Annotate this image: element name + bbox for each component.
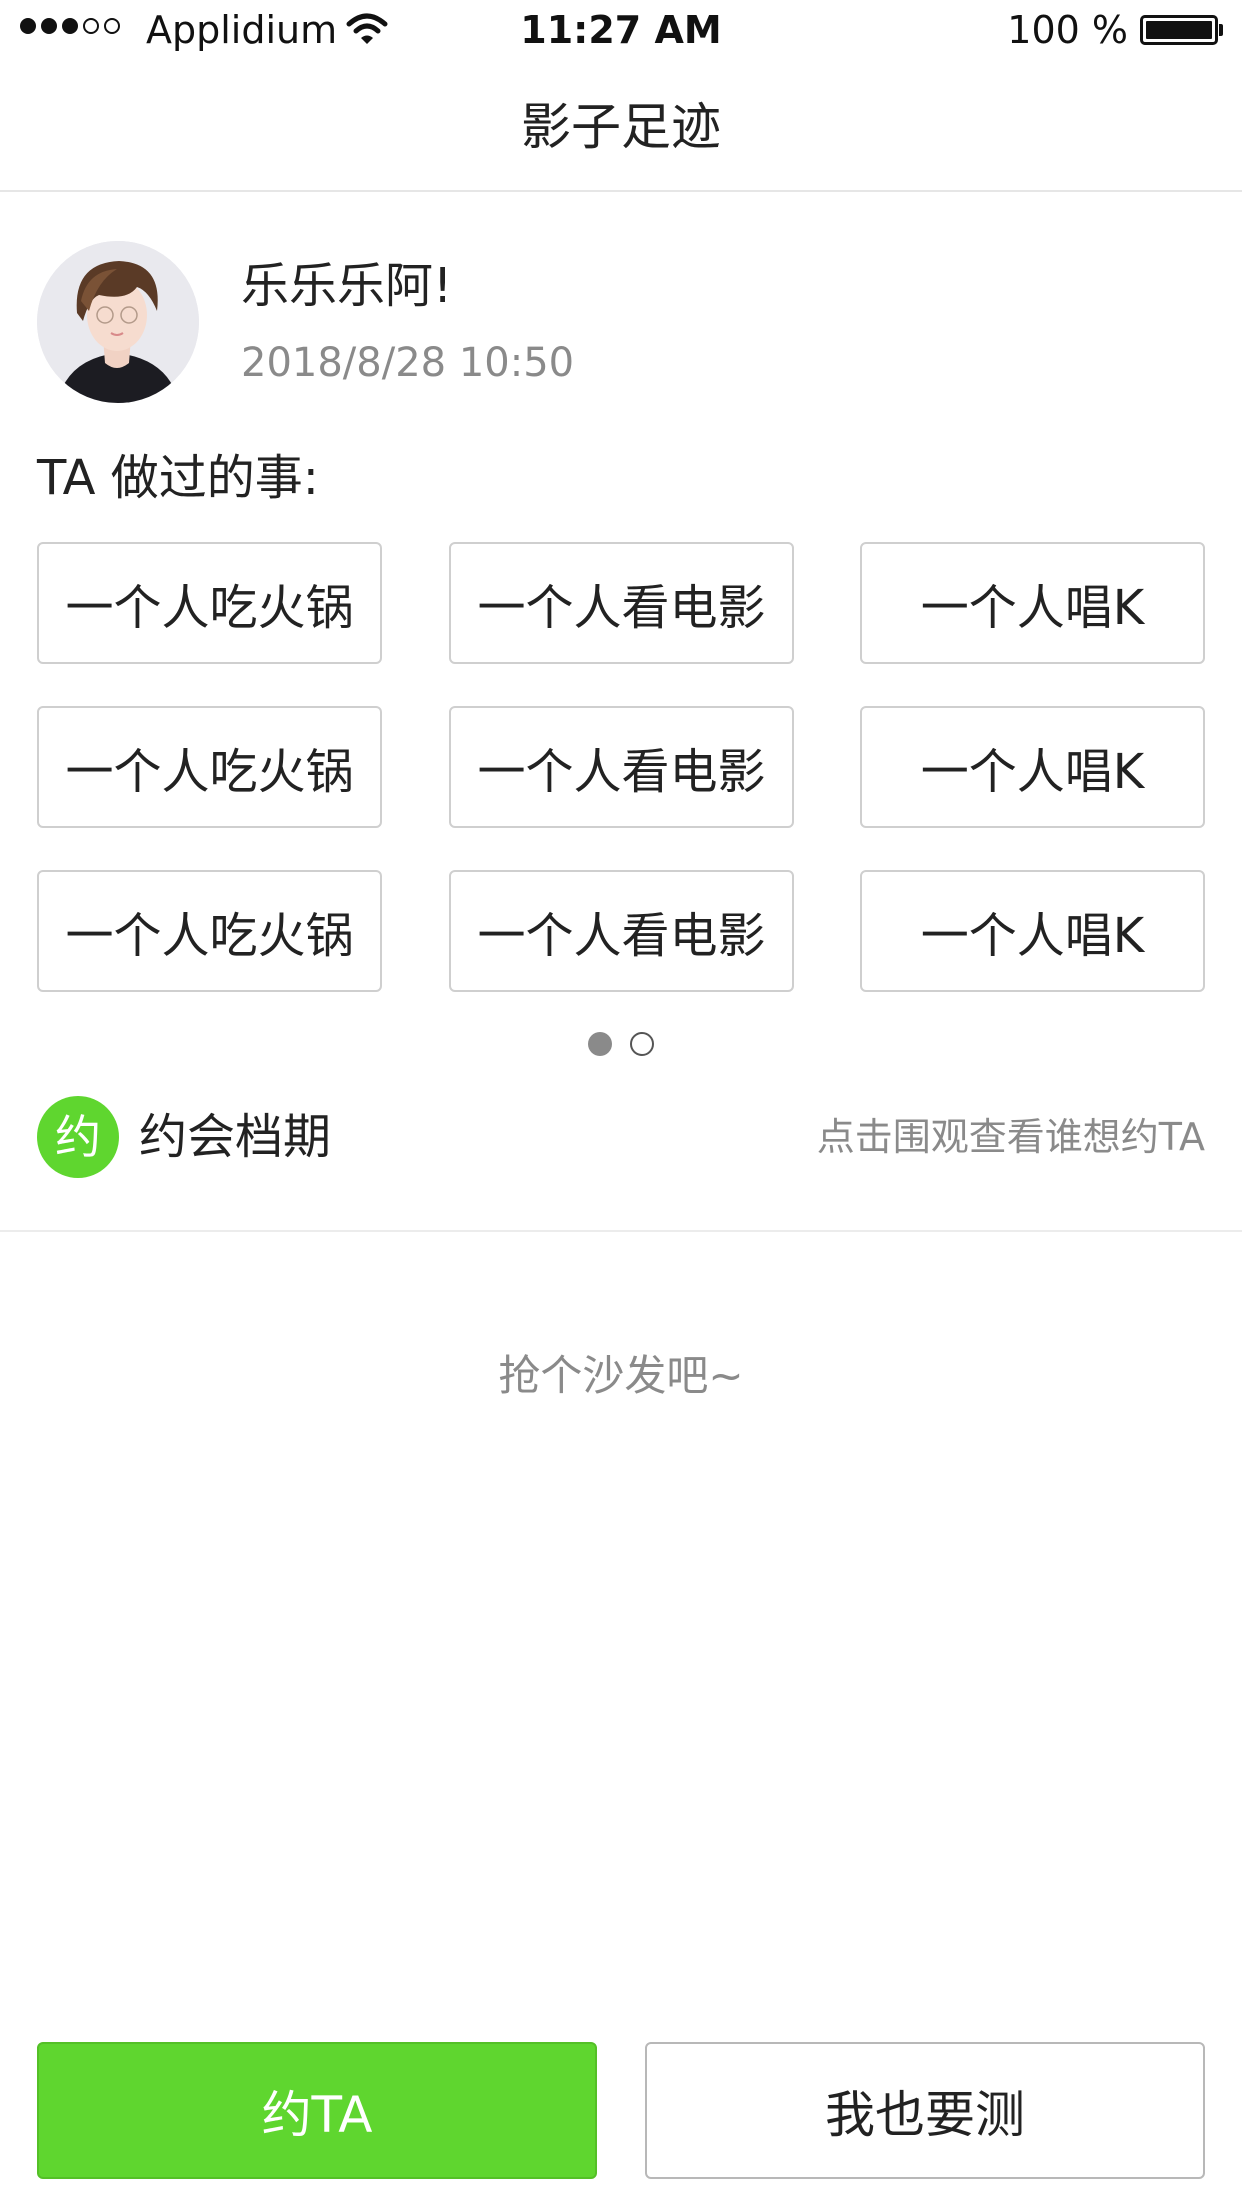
take-test-button[interactable]: 我也要测 bbox=[645, 2042, 1205, 2179]
post-timestamp: 2018/8/28 10:50 bbox=[241, 340, 575, 386]
activity-tag[interactable]: 一个人唱K bbox=[860, 706, 1205, 828]
battery-cap bbox=[1219, 24, 1223, 36]
battery-icon bbox=[1140, 15, 1218, 45]
page-indicator[interactable] bbox=[588, 1032, 672, 1056]
empty-comments-hint: 抢个沙发吧~ bbox=[498, 1351, 744, 1400]
activity-tag[interactable]: 一个人吃火锅 bbox=[37, 542, 382, 664]
activity-tag[interactable]: 一个人吃火锅 bbox=[37, 870, 382, 992]
activity-tag[interactable]: 一个人唱K bbox=[860, 870, 1205, 992]
activity-tag[interactable]: 一个人看电影 bbox=[449, 870, 794, 992]
battery-percentage: 100 % bbox=[1007, 8, 1128, 52]
user-name: 乐乐乐阿! bbox=[241, 258, 453, 314]
page-title: 影子足迹 bbox=[521, 98, 721, 156]
activity-tag[interactable]: 一个人吃火锅 bbox=[37, 706, 382, 828]
activity-tag[interactable]: 一个人看电影 bbox=[449, 542, 794, 664]
activity-tag[interactable]: 一个人唱K bbox=[860, 542, 1205, 664]
activities-heading: TA 做过的事: bbox=[37, 450, 319, 506]
date-ta-button[interactable]: 约TA bbox=[37, 2042, 597, 2179]
avatar-portrait-image bbox=[37, 241, 199, 403]
page-dot-active[interactable] bbox=[588, 1032, 612, 1056]
avatar[interactable] bbox=[37, 241, 199, 403]
status-bar: Applidium 11:27 AM 100 % bbox=[0, 0, 1242, 62]
activity-tag[interactable]: 一个人看电影 bbox=[449, 706, 794, 828]
schedule-title: 约会档期 bbox=[139, 1109, 332, 1165]
divider bbox=[0, 1230, 1242, 1232]
page-dot[interactable] bbox=[630, 1032, 654, 1056]
date-badge-icon: 约 bbox=[37, 1096, 119, 1178]
view-who-wants-date-link[interactable]: 点击围观查看谁想约TA bbox=[817, 1112, 1205, 1162]
navigation-bar: 影子足迹 bbox=[0, 62, 1242, 192]
battery-level-fill bbox=[1146, 21, 1212, 39]
